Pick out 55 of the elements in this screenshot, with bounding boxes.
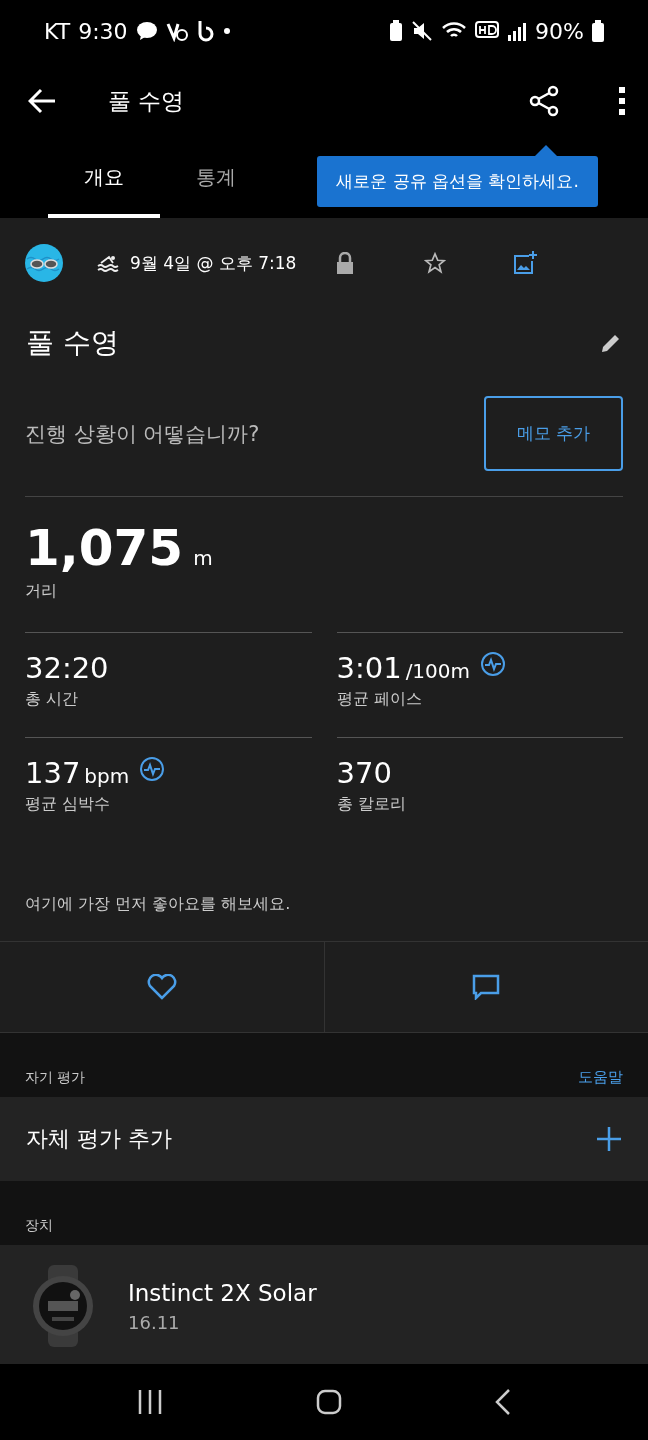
- back-arrow-icon[interactable]: [28, 88, 56, 114]
- like-prompt: 여기에 가장 먼저 좋아요를 해보세요.: [24, 893, 292, 915]
- carrier: KT: [44, 18, 71, 44]
- device-name: Instinct 2X Solar: [128, 1279, 317, 1306]
- stat-unit: /100m: [405, 659, 471, 683]
- add-note-button[interactable]: 메모 추가: [484, 396, 623, 471]
- swimmer-icon: [96, 254, 120, 272]
- stat-value: 3:01: [336, 651, 402, 685]
- tab[interactable]: 통계: [160, 140, 272, 218]
- goggles-avatar-icon: [25, 244, 63, 282]
- recent-apps-icon[interactable]: [136, 1389, 163, 1415]
- heart-rate-chart-icon[interactable]: [139, 756, 166, 782]
- edit-pencil-icon[interactable]: [600, 332, 622, 354]
- home-icon[interactable]: [316, 1389, 342, 1415]
- progress-prompt: 진행 상황이 어떻습니까?: [25, 420, 260, 448]
- stat-label: 총 시간: [25, 689, 80, 710]
- activity-title: 풀 수영: [26, 325, 119, 361]
- stat-unit: bpm: [84, 764, 130, 788]
- heart-icon[interactable]: [146, 974, 177, 1000]
- lock-icon[interactable]: [336, 252, 355, 274]
- stat-label: 총 칼로리: [336, 794, 407, 815]
- stat-label: 평균 심박수: [25, 794, 112, 815]
- clock: 9:30: [78, 18, 128, 44]
- share-icon[interactable]: [528, 85, 560, 117]
- plus-icon[interactable]: [596, 1126, 622, 1152]
- screen-title: 풀 수영: [108, 86, 185, 116]
- battery-percent: 90%: [535, 18, 584, 44]
- dot-icon: [223, 28, 230, 34]
- tab[interactable]: 개요: [48, 140, 160, 218]
- activity-date: 9월 4일 @ 오후 7:18: [130, 251, 297, 275]
- star-icon[interactable]: [424, 252, 447, 274]
- battery-saver-icon: [389, 20, 404, 42]
- more-menu-icon[interactable]: [618, 86, 626, 116]
- add-photo-icon[interactable]: [513, 251, 538, 275]
- distance-label: 거리: [25, 581, 58, 602]
- back-icon[interactable]: [495, 1388, 512, 1416]
- stat-value: 370: [336, 756, 392, 790]
- signal-icon: [507, 21, 528, 41]
- help-link[interactable]: 도움말: [578, 1068, 623, 1087]
- device-version: 16.11: [128, 1311, 181, 1333]
- heart-rate-chart-icon[interactable]: [480, 651, 507, 677]
- hd-icon: [475, 21, 500, 41]
- mute-icon: [411, 20, 434, 42]
- section-header: 자기 평가: [25, 1069, 86, 1087]
- section-header: 장치: [25, 1217, 53, 1235]
- distance-unit: m: [193, 546, 213, 570]
- chat-icon: [135, 21, 158, 41]
- stat-value: 32:20: [25, 651, 109, 685]
- tooltip[interactable]: 새로운 공유 옵션을 확인하세요.: [317, 156, 598, 207]
- add-self-evaluation[interactable]: 자체 평가 추가: [26, 1124, 172, 1154]
- distance-value: 1,075: [25, 519, 184, 577]
- comment-icon[interactable]: [472, 974, 501, 1000]
- battery-icon: [592, 20, 604, 42]
- stat-value: 137: [25, 756, 81, 790]
- stat-label: 평균 페이스: [336, 689, 423, 710]
